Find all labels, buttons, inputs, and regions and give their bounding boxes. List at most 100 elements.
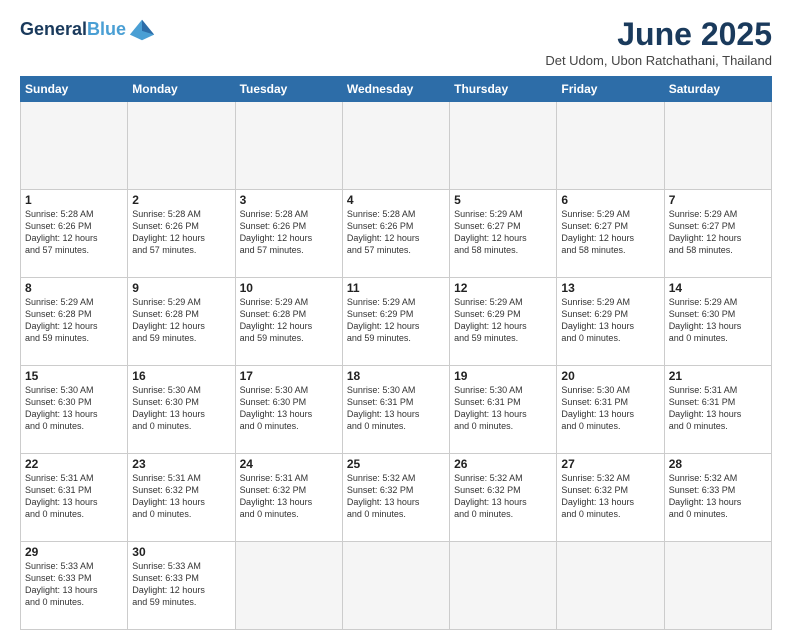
day-number: 2 [132, 193, 230, 207]
calendar-cell: 5 Sunrise: 5:29 AMSunset: 6:27 PMDayligh… [450, 190, 557, 278]
calendar-cell [557, 102, 664, 190]
calendar-cell: 13 Sunrise: 5:29 AMSunset: 6:29 PMDaylig… [557, 278, 664, 366]
cell-content: Sunrise: 5:32 AMSunset: 6:32 PMDaylight:… [454, 473, 527, 519]
calendar-cell: 19 Sunrise: 5:30 AMSunset: 6:31 PMDaylig… [450, 366, 557, 454]
calendar-cell: 21 Sunrise: 5:31 AMSunset: 6:31 PMDaylig… [664, 366, 771, 454]
cell-content: Sunrise: 5:29 AMSunset: 6:27 PMDaylight:… [454, 209, 527, 255]
location: Det Udom, Ubon Ratchathani, Thailand [545, 53, 772, 68]
week-row-1: 1 Sunrise: 5:28 AMSunset: 6:26 PMDayligh… [21, 190, 772, 278]
calendar-cell: 16 Sunrise: 5:30 AMSunset: 6:30 PMDaylig… [128, 366, 235, 454]
cell-content: Sunrise: 5:32 AMSunset: 6:32 PMDaylight:… [347, 473, 420, 519]
day-number: 14 [669, 281, 767, 295]
calendar-cell: 10 Sunrise: 5:29 AMSunset: 6:28 PMDaylig… [235, 278, 342, 366]
calendar-cell: 20 Sunrise: 5:30 AMSunset: 6:31 PMDaylig… [557, 366, 664, 454]
cell-content: Sunrise: 5:30 AMSunset: 6:31 PMDaylight:… [454, 385, 527, 431]
cell-content: Sunrise: 5:29 AMSunset: 6:28 PMDaylight:… [25, 297, 98, 343]
week-row-3: 15 Sunrise: 5:30 AMSunset: 6:30 PMDaylig… [21, 366, 772, 454]
calendar-cell [21, 102, 128, 190]
calendar-cell [128, 102, 235, 190]
day-number: 23 [132, 457, 230, 471]
day-number: 21 [669, 369, 767, 383]
day-number: 5 [454, 193, 552, 207]
cell-content: Sunrise: 5:29 AMSunset: 6:28 PMDaylight:… [240, 297, 313, 343]
cell-content: Sunrise: 5:31 AMSunset: 6:32 PMDaylight:… [132, 473, 205, 519]
col-header-monday: Monday [128, 77, 235, 102]
calendar-cell: 17 Sunrise: 5:30 AMSunset: 6:30 PMDaylig… [235, 366, 342, 454]
calendar-table: SundayMondayTuesdayWednesdayThursdayFrid… [20, 76, 772, 630]
calendar-cell [235, 102, 342, 190]
calendar-cell: 14 Sunrise: 5:29 AMSunset: 6:30 PMDaylig… [664, 278, 771, 366]
day-number: 19 [454, 369, 552, 383]
day-number: 28 [669, 457, 767, 471]
cell-content: Sunrise: 5:29 AMSunset: 6:28 PMDaylight:… [132, 297, 205, 343]
day-number: 7 [669, 193, 767, 207]
logo: GeneralBlue [20, 16, 156, 44]
calendar-cell [450, 542, 557, 630]
day-number: 6 [561, 193, 659, 207]
logo-icon [128, 16, 156, 44]
title-area: June 2025 Det Udom, Ubon Ratchathani, Th… [545, 16, 772, 68]
cell-content: Sunrise: 5:28 AMSunset: 6:26 PMDaylight:… [347, 209, 420, 255]
week-row-5: 29 Sunrise: 5:33 AMSunset: 6:33 PMDaylig… [21, 542, 772, 630]
calendar-cell [664, 102, 771, 190]
cell-content: Sunrise: 5:31 AMSunset: 6:32 PMDaylight:… [240, 473, 313, 519]
cell-content: Sunrise: 5:30 AMSunset: 6:30 PMDaylight:… [25, 385, 98, 431]
cell-content: Sunrise: 5:32 AMSunset: 6:32 PMDaylight:… [561, 473, 634, 519]
day-number: 12 [454, 281, 552, 295]
day-number: 4 [347, 193, 445, 207]
day-number: 22 [25, 457, 123, 471]
day-number: 29 [25, 545, 123, 559]
day-number: 9 [132, 281, 230, 295]
cell-content: Sunrise: 5:33 AMSunset: 6:33 PMDaylight:… [25, 561, 98, 607]
calendar-cell: 15 Sunrise: 5:30 AMSunset: 6:30 PMDaylig… [21, 366, 128, 454]
day-number: 25 [347, 457, 445, 471]
calendar-cell: 11 Sunrise: 5:29 AMSunset: 6:29 PMDaylig… [342, 278, 449, 366]
day-number: 11 [347, 281, 445, 295]
calendar-cell: 3 Sunrise: 5:28 AMSunset: 6:26 PMDayligh… [235, 190, 342, 278]
calendar-cell: 7 Sunrise: 5:29 AMSunset: 6:27 PMDayligh… [664, 190, 771, 278]
col-header-tuesday: Tuesday [235, 77, 342, 102]
day-number: 3 [240, 193, 338, 207]
calendar-cell [664, 542, 771, 630]
calendar-cell [235, 542, 342, 630]
cell-content: Sunrise: 5:29 AMSunset: 6:30 PMDaylight:… [669, 297, 742, 343]
calendar-cell [557, 542, 664, 630]
cell-content: Sunrise: 5:31 AMSunset: 6:31 PMDaylight:… [669, 385, 742, 431]
calendar-cell: 25 Sunrise: 5:32 AMSunset: 6:32 PMDaylig… [342, 454, 449, 542]
cell-content: Sunrise: 5:32 AMSunset: 6:33 PMDaylight:… [669, 473, 742, 519]
col-header-thursday: Thursday [450, 77, 557, 102]
calendar-cell: 1 Sunrise: 5:28 AMSunset: 6:26 PMDayligh… [21, 190, 128, 278]
calendar-cell: 6 Sunrise: 5:29 AMSunset: 6:27 PMDayligh… [557, 190, 664, 278]
calendar-cell: 28 Sunrise: 5:32 AMSunset: 6:33 PMDaylig… [664, 454, 771, 542]
calendar-cell [342, 542, 449, 630]
calendar-cell [342, 102, 449, 190]
cell-content: Sunrise: 5:29 AMSunset: 6:27 PMDaylight:… [669, 209, 742, 255]
calendar-cell: 23 Sunrise: 5:31 AMSunset: 6:32 PMDaylig… [128, 454, 235, 542]
calendar-cell: 22 Sunrise: 5:31 AMSunset: 6:31 PMDaylig… [21, 454, 128, 542]
day-number: 17 [240, 369, 338, 383]
day-number: 10 [240, 281, 338, 295]
cell-content: Sunrise: 5:30 AMSunset: 6:31 PMDaylight:… [347, 385, 420, 431]
calendar-cell: 26 Sunrise: 5:32 AMSunset: 6:32 PMDaylig… [450, 454, 557, 542]
cell-content: Sunrise: 5:28 AMSunset: 6:26 PMDaylight:… [25, 209, 98, 255]
day-number: 16 [132, 369, 230, 383]
col-header-wednesday: Wednesday [342, 77, 449, 102]
day-number: 30 [132, 545, 230, 559]
page: GeneralBlue June 2025 Det Udom, Ubon Rat… [0, 0, 792, 612]
calendar-cell [450, 102, 557, 190]
cell-content: Sunrise: 5:29 AMSunset: 6:29 PMDaylight:… [454, 297, 527, 343]
calendar-cell: 24 Sunrise: 5:31 AMSunset: 6:32 PMDaylig… [235, 454, 342, 542]
col-header-saturday: Saturday [664, 77, 771, 102]
day-number: 13 [561, 281, 659, 295]
day-number: 15 [25, 369, 123, 383]
day-number: 27 [561, 457, 659, 471]
calendar-cell: 18 Sunrise: 5:30 AMSunset: 6:31 PMDaylig… [342, 366, 449, 454]
cell-content: Sunrise: 5:29 AMSunset: 6:29 PMDaylight:… [561, 297, 634, 343]
cell-content: Sunrise: 5:28 AMSunset: 6:26 PMDaylight:… [132, 209, 205, 255]
week-row-4: 22 Sunrise: 5:31 AMSunset: 6:31 PMDaylig… [21, 454, 772, 542]
day-number: 1 [25, 193, 123, 207]
cell-content: Sunrise: 5:31 AMSunset: 6:31 PMDaylight:… [25, 473, 98, 519]
cell-content: Sunrise: 5:33 AMSunset: 6:33 PMDaylight:… [132, 561, 205, 607]
logo-text: GeneralBlue [20, 20, 126, 40]
calendar-cell: 27 Sunrise: 5:32 AMSunset: 6:32 PMDaylig… [557, 454, 664, 542]
